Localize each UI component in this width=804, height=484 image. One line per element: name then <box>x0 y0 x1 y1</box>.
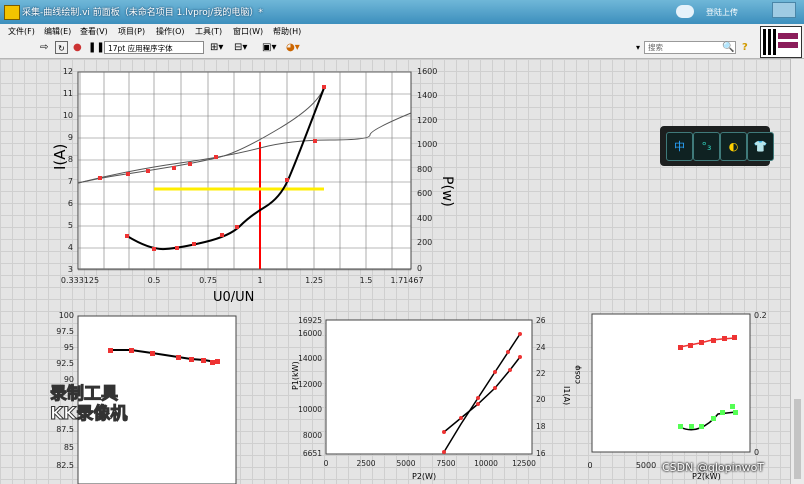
watermark-line-1: 录制工具 <box>49 384 118 405</box>
csdn-credit: CSDN @qlopinwoT <box>662 461 765 474</box>
chart4-yr-0.2: 0.2 <box>754 311 767 320</box>
chart4-y-label: cosφ <box>573 365 582 384</box>
palette-button-1[interactable]: 中 <box>666 132 693 161</box>
chart4-x-5000: 5000 <box>636 461 656 470</box>
watermark-line-2: KK录像机 <box>49 404 128 425</box>
chart4-plot-area <box>591 313 751 453</box>
recording-watermark: 录制工具 KK录像机 <box>49 384 128 425</box>
chart4-yr-0: 0 <box>754 448 759 457</box>
chart4-x-0: 0 <box>587 461 592 470</box>
palette-button-3[interactable]: ◐ <box>720 132 747 161</box>
palette-button-2[interactable]: °₃ <box>693 132 720 161</box>
control-palette: 中 °₃ ◐ 👕 <box>660 126 774 166</box>
palette-button-4[interactable]: 👕 <box>747 132 774 161</box>
